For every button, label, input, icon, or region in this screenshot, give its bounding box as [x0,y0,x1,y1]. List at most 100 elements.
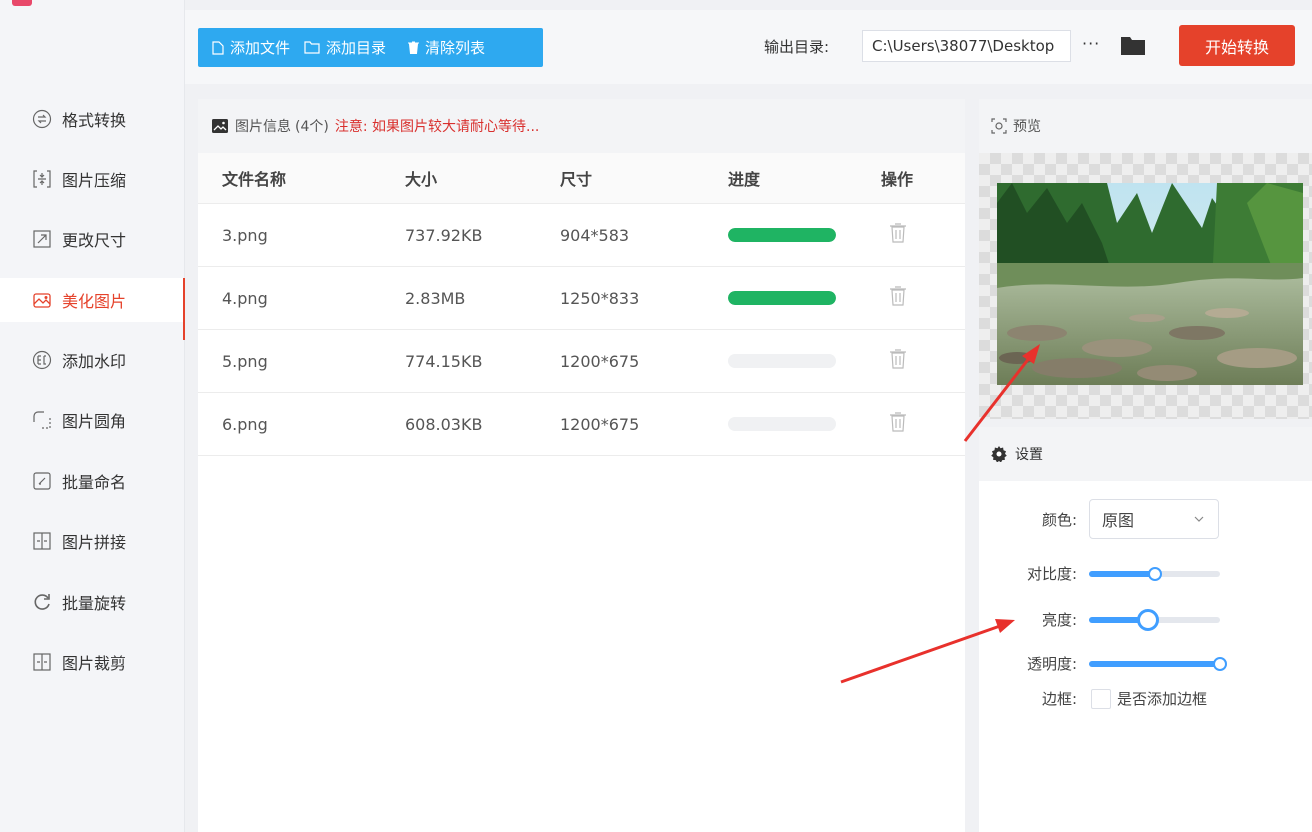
cell-filename: 4.png [222,288,268,308]
border-checkbox-label[interactable]: 是否添加边框 [1117,688,1207,709]
sidebar-item-compress[interactable]: 图片压缩 [0,157,184,201]
sidebar-item-label: 图片压缩 [62,171,127,190]
toolbar: 添加文件 添加目录 清除列表 输出目录: C:\Users\38077\Desk… [185,10,1312,84]
slider-fill [1089,660,1220,667]
delete-icon[interactable] [889,348,907,374]
cell-filename: 5.png [222,351,268,371]
delete-icon[interactable] [889,285,907,311]
delete-icon[interactable] [889,411,907,437]
file-list-panel: 图片信息 (4个) 注意: 如果图片较大请耐心等待... 文件名称 大小 尺寸 … [198,99,965,832]
progress-fill [728,291,836,305]
settings-header: 设置 [979,427,1312,481]
add-folder-label: 添加目录 [326,39,387,57]
folder-outline-icon [304,41,320,54]
preview-image [997,183,1303,385]
start-convert-button[interactable]: 开始转换 [1179,25,1295,66]
table-row[interactable]: 5.png 774.15KB 1200*675 [198,329,965,392]
color-select[interactable]: 原图 [1089,499,1219,539]
app-logo [12,0,32,6]
preview-canvas [979,153,1312,419]
rotate-icon [32,592,52,612]
color-select-value: 原图 [1102,511,1135,530]
cell-size: 2.83MB [405,288,466,308]
opacity-slider[interactable] [1089,656,1227,671]
table-row[interactable]: 3.png 737.92KB 904*583 [198,203,965,266]
brightness-slider[interactable] [1089,608,1220,631]
contrast-row: 对比度: [979,563,1312,584]
contrast-slider[interactable] [1089,566,1220,581]
watermark-icon [32,350,52,370]
sidebar-item-crop[interactable]: 图片裁剪 [0,640,184,684]
stitch-icon [32,531,52,551]
gear-icon [991,446,1007,462]
sidebar-item-beautify[interactable]: 美化图片 [0,278,185,340]
swap-circle-icon [32,109,52,129]
sidebar-item-rotate[interactable]: 批量旋转 [0,580,184,624]
folder-icon[interactable] [1120,34,1146,60]
file-info-title: 图片信息 [235,119,291,135]
col-header-progress: 进度 [728,170,761,189]
progress-bar [728,417,836,431]
file-table-body: 3.png 737.92KB 904*583 4.png 2.83MB 1250… [198,203,965,456]
sidebar-item-label: 美化图片 [62,292,127,311]
sidebar-item-label: 批量命名 [62,473,127,492]
contrast-label: 对比度: [1026,565,1077,583]
preview-panel: 预览 [979,99,1312,419]
sidebar-item-label: 批量旋转 [62,594,127,613]
progress-fill [728,228,836,242]
settings-title: 设置 [1015,447,1043,463]
image-icon [212,119,228,133]
slider-handle[interactable] [1213,656,1227,671]
file-count: (4个) [295,119,329,135]
cell-dims: 904*583 [560,225,630,245]
preview-title: 预览 [1013,119,1041,135]
clear-list-button[interactable]: 清除列表 [408,37,485,58]
large-file-notice: 注意: 如果图片较大请耐心等待... [334,119,540,135]
sidebar: 格式转换 图片压缩 更改尺寸 美化图片 添加水印 图片圆角 批量命名 图片拼接 … [0,0,185,832]
add-folder-button[interactable]: 添加目录 [304,37,386,58]
cell-filename: 3.png [222,225,268,245]
file-info-bar: 图片信息 (4个) 注意: 如果图片较大请耐心等待... [198,99,965,153]
slider-handle[interactable] [1147,566,1162,581]
resize-icon [32,229,52,249]
rename-icon [32,471,52,491]
brightness-row: 亮度: [979,608,1312,631]
file-actions-group: 添加文件 添加目录 清除列表 [198,28,543,67]
border-label: 边框: [1041,690,1077,708]
col-header-filename: 文件名称 [222,170,287,189]
table-row[interactable]: 4.png 2.83MB 1250*833 [198,266,965,329]
slider-handle[interactable] [1136,608,1159,631]
sidebar-item-format-convert[interactable]: 格式转换 [0,97,184,141]
sidebar-item-resize[interactable]: 更改尺寸 [0,217,184,261]
border-checkbox[interactable] [1091,688,1111,709]
cell-size: 737.92KB [405,225,483,245]
cell-dims: 1200*675 [560,351,640,371]
sidebar-item-rename[interactable]: 批量命名 [0,459,184,503]
brightness-label: 亮度: [1041,611,1077,629]
add-file-button[interactable]: 添加文件 [212,37,290,58]
table-row[interactable]: 6.png 608.03KB 1200*675 [198,392,965,456]
color-label: 颜色: [1041,510,1077,529]
col-header-actions: 操作 [881,170,914,189]
sidebar-item-rounded-corner[interactable]: 图片圆角 [0,398,184,442]
progress-bar [728,354,836,368]
sidebar-item-watermark[interactable]: 添加水印 [0,338,184,382]
col-header-dims: 尺寸 [560,170,593,189]
sidebar-item-label: 添加水印 [62,352,127,371]
more-button[interactable]: ··· [1082,34,1100,53]
clear-list-label: 清除列表 [425,39,486,57]
delete-icon[interactable] [889,222,907,248]
output-dir-label: 输出目录: [764,38,830,56]
sidebar-item-stitch[interactable]: 图片拼接 [0,519,184,563]
file-icon [212,40,224,55]
preview-icon [991,118,1007,134]
output-dir-input[interactable]: C:\Users\38077\Desktop [862,30,1071,62]
rounded-corner-icon [32,410,52,430]
sidebar-item-label: 更改尺寸 [62,231,127,250]
border-row: 边框: 是否添加边框 [979,688,1312,709]
col-header-size: 大小 [405,170,438,189]
sidebar-item-label: 格式转换 [62,111,127,130]
slider-fill [1089,570,1155,577]
cell-size: 774.15KB [405,351,483,371]
cell-dims: 1250*833 [560,288,640,308]
